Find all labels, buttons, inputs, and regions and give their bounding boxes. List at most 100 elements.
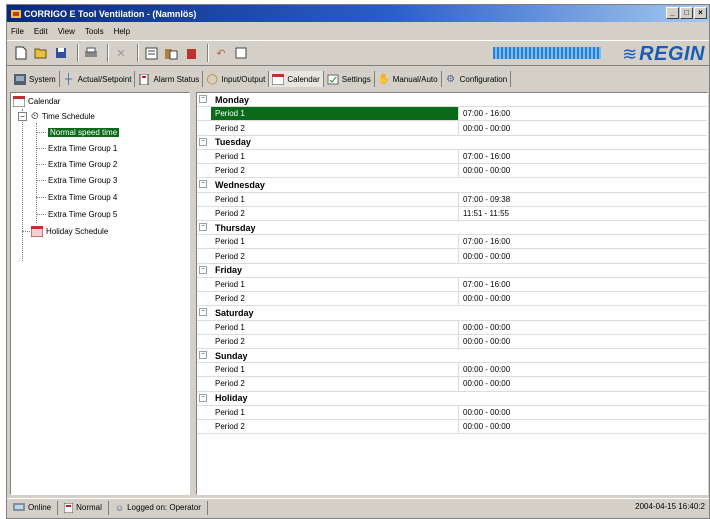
period-value[interactable]: 00:00 - 00:00 [463,337,510,346]
alarm-icon [138,73,150,85]
collapse-icon[interactable]: − [199,180,207,189]
setpoint-icon: ┼ [65,73,73,85]
period-value[interactable]: 07:00 - 16:00 [463,152,510,161]
period-row[interactable]: Period 2 00:00 - 00:00 [197,249,707,264]
maximize-button[interactable]: □ [680,7,693,19]
period-value[interactable]: 00:00 - 00:00 [463,408,510,417]
paste-icon[interactable] [163,45,179,61]
tab-manual-auto[interactable]: ✋ Manual/Auto [375,71,442,87]
collapse-icon[interactable]: − [18,112,27,121]
period-row[interactable]: Period 2 00:00 - 00:00 [197,377,707,392]
period-row[interactable]: Period 1 00:00 - 00:00 [197,320,707,335]
period-row[interactable]: Period 2 00:00 - 00:00 [197,420,707,435]
period-value[interactable]: 07:00 - 16:00 [463,280,510,289]
period-row[interactable]: Period 2 00:00 - 00:00 [197,334,707,349]
period-row[interactable]: Period 1 00:00 - 00:00 [197,363,707,378]
clock-icon: ⏲ [31,111,39,122]
period-label: Period 1 [215,322,245,332]
day-row-thursday[interactable]: − Thursday [197,221,707,236]
period-row[interactable]: Period 2 00:00 - 00:00 [197,164,707,179]
tree-connector [36,214,46,215]
tree-item-extra-4[interactable]: Extra Time Group 4 [48,191,117,204]
menu-file[interactable]: File [11,27,24,36]
save-icon[interactable] [53,45,69,61]
tab-input-output[interactable]: ◯ Input/Output [203,71,270,87]
undo-icon[interactable]: ↶ [213,45,229,61]
open-icon[interactable] [33,45,49,61]
tree-item-extra-5[interactable]: Extra Time Group 5 [48,208,117,221]
new-icon[interactable] [13,45,29,61]
print-icon[interactable] [83,45,99,61]
period-cell [211,149,459,164]
day-row-saturday[interactable]: − Saturday [197,306,707,321]
copy-icon[interactable] [143,45,159,61]
period-row[interactable]: Period 1 07:00 - 16:00 [197,149,707,165]
pane-splitter[interactable] [191,92,195,495]
collapse-icon[interactable]: − [199,308,207,317]
period-value[interactable]: 00:00 - 00:00 [463,422,510,431]
collapse-icon[interactable]: − [199,137,207,146]
schedule-grid: − Monday Period 1 07:00 - 16:00 Period 2 00… [196,92,708,495]
tab-settings[interactable]: Settings [324,71,375,87]
period-label: Period 1 [215,279,245,289]
close-button[interactable]: × [694,7,707,19]
collapse-icon[interactable]: − [199,265,207,274]
tab-alarm-status[interactable]: Alarm Status [135,71,204,87]
collapse-icon[interactable]: − [199,393,207,402]
delete-icon[interactable] [183,45,199,61]
day-row-sunday[interactable]: − Sunday [197,349,707,364]
day-row-holiday[interactable]: − Holiday [197,392,707,406]
tab-configuration[interactable]: ⚙ Configuration [442,71,512,87]
day-row-tuesday[interactable]: − Tuesday [197,136,707,150]
period-value[interactable]: 07:00 - 16:00 [463,237,510,246]
period-value[interactable]: 00:00 - 00:00 [463,166,510,175]
tree-item-label: Extra Time Group 3 [48,176,118,185]
period-value[interactable]: 00:00 - 00:00 [463,365,510,374]
period-row[interactable]: Period 1 07:00 - 16:00 [197,107,707,122]
menu-view[interactable]: View [58,27,75,36]
period-row[interactable]: Period 1 07:00 - 09:38 [197,192,707,207]
period-value[interactable]: 07:00 - 16:00 [463,109,510,118]
period-row[interactable]: Period 2 11:51 - 11:55 [197,206,707,221]
period-row[interactable]: Period 1 07:00 - 16:00 [197,277,707,293]
tab-label: System [29,74,56,84]
tab-system[interactable]: System [11,71,60,87]
period-label: Period 2 [215,379,245,389]
tree-item-normal-speed[interactable]: Normal speed time [48,126,120,139]
menu-edit[interactable]: Edit [34,27,48,36]
redo-icon[interactable] [233,45,249,61]
tree-item-calendar[interactable]: Calendar [13,95,60,108]
period-value[interactable]: 07:00 - 09:38 [463,195,510,204]
tree-item-extra-2[interactable]: Extra Time Group 2 [48,158,117,171]
title-bar[interactable]: CORRIGO E Tool Ventilation - (Namnlös) _… [7,5,709,22]
day-label: Friday [215,265,243,276]
period-value[interactable]: 00:00 - 00:00 [463,323,510,332]
period-value[interactable]: 00:00 - 00:00 [463,379,510,388]
cut-icon[interactable]: ✕ [113,45,129,61]
menu-tools[interactable]: Tools [85,27,104,36]
period-row[interactable]: Period 1 00:00 - 00:00 [197,405,707,421]
tree-item-time-schedule[interactable]: − ⏲ Time Schedule [18,110,95,123]
day-row-wednesday[interactable]: − Wednesday [197,178,707,193]
period-value[interactable]: 00:00 - 00:00 [463,124,510,133]
period-value[interactable]: 00:00 - 00:00 [463,294,510,303]
tree-connector [36,180,46,181]
tree-item-extra-3[interactable]: Extra Time Group 3 [48,174,117,187]
minimize-button[interactable]: _ [666,7,679,19]
period-label: Period 2 [215,294,245,304]
period-row[interactable]: Period 2 00:00 - 00:00 [197,121,707,136]
day-row-friday[interactable]: − Friday [197,264,707,278]
menu-help[interactable]: Help [114,27,130,36]
period-value[interactable]: 00:00 - 00:00 [463,252,510,261]
tree-item-holiday-schedule[interactable]: Holiday Schedule [31,225,108,238]
day-row-monday[interactable]: − Monday [197,93,707,108]
collapse-icon[interactable]: − [199,95,207,103]
period-row[interactable]: Period 1 07:00 - 16:00 [197,235,707,250]
tab-actual-setpoint[interactable]: ┼ Actual/Setpoint [60,71,136,87]
period-value[interactable]: 11:51 - 11:55 [463,209,509,218]
collapse-icon[interactable]: − [199,350,207,359]
collapse-icon[interactable]: − [199,222,207,231]
period-row[interactable]: Period 2 00:00 - 00:00 [197,292,707,307]
tree-item-extra-1[interactable]: Extra Time Group 1 [48,142,117,155]
tab-calendar[interactable]: Calendar [269,71,324,87]
